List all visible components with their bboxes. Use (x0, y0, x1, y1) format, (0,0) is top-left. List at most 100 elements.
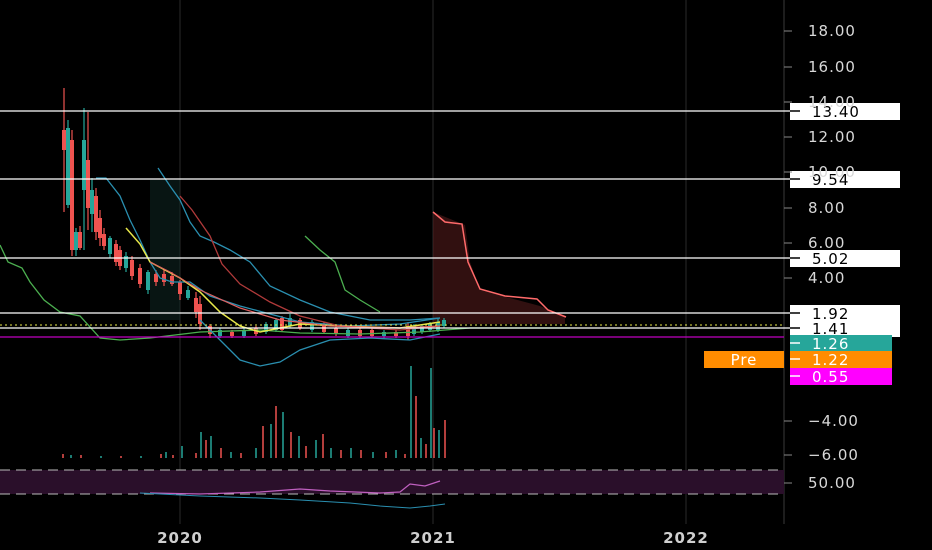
volume-bar (438, 430, 440, 458)
volume-bar (172, 455, 174, 458)
candle-body (90, 190, 94, 214)
candle-body (358, 330, 362, 336)
volume-bar (395, 450, 397, 458)
candle-body (170, 276, 174, 284)
candle (74, 228, 78, 256)
price-tick-label: −6.00 (808, 446, 859, 464)
volume-bar (262, 426, 264, 458)
price-tick: −6.00 (784, 446, 859, 464)
candle-body (86, 160, 90, 208)
price-tick: 16.00 (784, 58, 856, 76)
volume-bar (340, 450, 342, 458)
volume-bar (230, 452, 232, 458)
rsi-tick-label: 50.00 (808, 474, 856, 492)
candle (78, 226, 82, 250)
candle (186, 286, 190, 300)
candle-body (162, 274, 166, 282)
pre-market-tag: Pre (731, 351, 758, 369)
price-tick-label: 14.00 (808, 93, 856, 111)
candle-body (78, 232, 82, 248)
candle-body (82, 140, 86, 190)
volume-bar (404, 454, 406, 458)
volume-bar (360, 450, 362, 458)
time-tick-label: 2020 (157, 529, 203, 547)
volume-bar (420, 438, 422, 458)
volume-bar (330, 448, 332, 458)
volume-bar (385, 452, 387, 458)
candle (138, 264, 142, 288)
volume-bar (275, 406, 277, 458)
lagging-span-upper (304, 235, 381, 313)
candle-body (186, 290, 190, 298)
candle (194, 292, 198, 318)
volume-bar (70, 455, 72, 458)
price-tick-label: 8.00 (808, 199, 845, 217)
candle (280, 316, 284, 332)
volume-bar (181, 446, 183, 458)
candle-body (154, 274, 158, 282)
price-tick: 12.00 (784, 128, 856, 146)
candle-body (98, 218, 102, 238)
price-badge: 0.55 (790, 368, 892, 386)
volume-bar (255, 448, 257, 458)
volume-bar (290, 432, 292, 458)
volume-bar (205, 440, 207, 458)
level-label: 5.02 (812, 250, 849, 268)
volume-bar (140, 456, 142, 458)
price-tick-label: 6.00 (808, 234, 845, 252)
price-tick-label: −4.00 (808, 412, 859, 430)
candle-body (62, 130, 66, 150)
candle (90, 178, 94, 232)
price-badge-label: 1.22 (812, 351, 849, 369)
candle-body (108, 238, 112, 254)
candle-body (230, 332, 234, 336)
level-line: 9.54 (0, 171, 900, 189)
candle (98, 210, 102, 246)
candle (66, 120, 70, 208)
cloud-fill-past (150, 180, 180, 320)
price-tick-label: 16.00 (808, 58, 856, 76)
candle-body (346, 330, 350, 336)
candle-body (70, 140, 74, 250)
candle-body (114, 244, 118, 262)
candle (146, 270, 150, 294)
price-tick-label: 12.00 (808, 128, 856, 146)
candle (86, 112, 90, 230)
price-tick: −4.00 (784, 412, 859, 430)
time-tick-label: 2022 (663, 529, 709, 547)
candle (108, 236, 112, 258)
level-line: 13.40 (0, 103, 900, 121)
candles (62, 88, 446, 340)
volume-bar (430, 368, 432, 458)
candle (310, 320, 314, 332)
volume-bar (80, 455, 82, 458)
volume-bar (62, 454, 64, 458)
volume-bar (415, 396, 417, 458)
volume-bar (210, 436, 212, 458)
volume-bar (315, 440, 317, 458)
candle (70, 130, 74, 256)
volume-bar (120, 456, 122, 458)
indicator-lines (0, 167, 784, 367)
rsi-signal-line (139, 492, 446, 509)
volume-bar (240, 453, 242, 458)
price-tick: 8.00 (784, 199, 845, 217)
candle (102, 228, 106, 250)
volume-bar (195, 453, 197, 458)
time-tick-label: 2021 (410, 529, 456, 547)
volume-bar (270, 424, 272, 458)
candle (114, 240, 118, 266)
price-tick: 6.00 (784, 234, 845, 252)
candle-body (94, 196, 98, 232)
rsi-band (0, 470, 784, 494)
volume-bar (298, 436, 300, 458)
volume-bar (433, 428, 435, 458)
candle-body (178, 282, 182, 294)
ema-mid (179, 195, 441, 331)
chart[interactable]: 13.409.545.021.921.411.26Pre 1.220.55 18.… (0, 0, 932, 550)
volume-bar (372, 452, 374, 458)
volume-bar (305, 446, 307, 458)
candle (130, 256, 134, 280)
volume-bar (350, 448, 352, 458)
volume-bar (165, 452, 167, 458)
